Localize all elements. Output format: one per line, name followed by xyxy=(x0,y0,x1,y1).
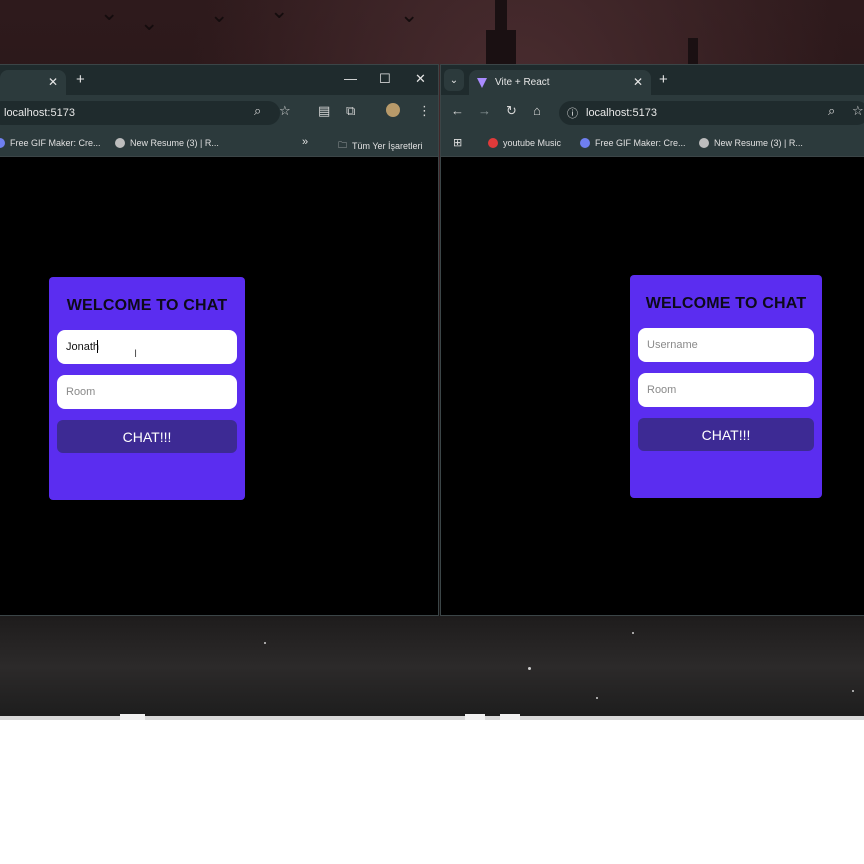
bird-silhouette: ⌄ xyxy=(400,2,419,27)
bookmarks-bar: Free GIF Maker: Cre... New Resume (3) | … xyxy=(0,131,438,157)
tab-strip: ⌄ Vite + React ✕ + xyxy=(441,65,864,95)
taskbar-app-indicator[interactable] xyxy=(500,714,520,720)
back-arrow-icon[interactable]: ← xyxy=(451,104,464,117)
browser-tab[interactable]: ✕ xyxy=(0,70,66,95)
taskbar-app-indicator[interactable] xyxy=(120,714,145,720)
site-info-icon[interactable]: ⓘ xyxy=(567,105,578,121)
new-tab-icon[interactable]: + xyxy=(659,71,668,88)
youtube-music-icon xyxy=(488,138,498,148)
globe-icon xyxy=(0,138,5,148)
minimize-icon[interactable]: — xyxy=(344,71,357,86)
browser-toolbar: localhost:5173 ⌕ ☆ ▤ ⧉ ⋮ xyxy=(0,95,438,131)
room-input[interactable] xyxy=(57,375,237,409)
bookmark-item[interactable]: New Resume (3) | R... xyxy=(699,138,803,148)
room-input[interactable] xyxy=(638,373,814,407)
card-title: WELCOME TO CHAT xyxy=(66,297,228,314)
browser-tab-active[interactable]: Vite + React ✕ xyxy=(469,70,651,95)
chat-join-button[interactable]: CHAT!!! xyxy=(638,418,814,451)
browser-window-left: ✕ + — ☐ ✕ localhost:5173 ⌕ ☆ ▤ ⧉ ⋮ Free … xyxy=(0,64,439,616)
taskbar-app-indicator[interactable] xyxy=(465,714,485,720)
address-bar[interactable]: localhost:5173 xyxy=(0,101,280,125)
menu-kebab-icon[interactable]: ⋮ xyxy=(418,104,431,117)
maximize-icon[interactable]: ☐ xyxy=(379,71,391,87)
globe-icon xyxy=(115,138,125,148)
apps-grid-icon[interactable]: ⊞ xyxy=(453,136,462,149)
more-bookmarks-icon[interactable]: » xyxy=(302,136,308,148)
address-text: localhost:5173 xyxy=(4,107,75,119)
username-input[interactable] xyxy=(57,330,237,364)
forward-arrow-icon[interactable]: → xyxy=(478,104,491,117)
desktop-ground xyxy=(0,616,864,718)
bookmarks-bar: ⊞ youtube Music Free GIF Maker: Cre... N… xyxy=(441,131,864,157)
text-caret xyxy=(97,340,98,353)
bird-silhouette: ⌄ xyxy=(100,0,119,25)
bird-silhouette: ⌄ xyxy=(210,2,229,27)
mouse-ibeam-cursor: I xyxy=(134,348,138,360)
close-tab-icon[interactable]: ✕ xyxy=(633,75,643,89)
tab-strip: ✕ + — ☐ ✕ xyxy=(0,65,438,95)
close-window-icon[interactable]: ✕ xyxy=(415,71,426,87)
tab-title: Vite + React xyxy=(495,77,550,88)
zoom-icon[interactable]: ⌕ xyxy=(828,104,835,117)
star xyxy=(596,697,598,699)
chat-join-button[interactable]: CHAT!!! xyxy=(57,420,237,453)
globe-icon xyxy=(580,138,590,148)
star xyxy=(528,667,531,670)
bookmark-star-icon[interactable]: ☆ xyxy=(852,104,864,117)
tab-search-icon[interactable]: ⌄ xyxy=(444,69,464,91)
address-bar[interactable]: ⓘ localhost:5173 xyxy=(559,101,864,125)
address-text: localhost:5173 xyxy=(586,107,657,119)
browser-toolbar: ← → ↻ ⌂ ⓘ localhost:5173 ⌕ ☆ xyxy=(441,95,864,131)
profile-avatar-icon[interactable] xyxy=(386,103,400,117)
close-tab-icon[interactable]: ✕ xyxy=(48,75,58,89)
star xyxy=(632,632,634,634)
bookmark-item[interactable]: Free GIF Maker: Cre... xyxy=(580,138,686,148)
username-input[interactable] xyxy=(638,328,814,362)
reload-icon[interactable]: ↻ xyxy=(506,104,517,117)
browser-window-right: ⌄ Vite + React ✕ + ← → ↻ ⌂ ⓘ localhost:5… xyxy=(440,64,864,616)
new-tab-icon[interactable]: + xyxy=(76,71,85,88)
vite-logo-icon xyxy=(477,77,487,88)
bookmark-star-icon[interactable]: ☆ xyxy=(279,104,291,117)
extensions-icon[interactable]: ⧉ xyxy=(346,104,355,117)
reading-mode-icon[interactable]: ▤ xyxy=(318,104,330,117)
castle-spire xyxy=(688,38,698,64)
bird-silhouette: ⌄ xyxy=(140,10,159,35)
bookmark-item[interactable]: New Resume (3) | R... xyxy=(115,138,219,148)
star xyxy=(264,642,266,644)
page-content: WELCOME TO CHAT CHAT!!! xyxy=(441,157,864,615)
castle-tower xyxy=(486,30,516,64)
chat-join-card: WELCOME TO CHAT CHAT!!! xyxy=(630,275,822,498)
page-content: WELCOME TO CHAT I CHAT!!! xyxy=(0,157,438,615)
star xyxy=(852,690,854,692)
bookmark-item[interactable]: Free GIF Maker: Cre... xyxy=(0,138,101,148)
home-icon[interactable]: ⌂ xyxy=(533,104,541,117)
folder-icon: 🗀 xyxy=(338,140,348,150)
globe-icon xyxy=(699,138,709,148)
bookmark-item[interactable]: youtube Music xyxy=(488,138,561,148)
zoom-icon[interactable]: ⌕ xyxy=(254,104,261,117)
all-bookmarks-folder[interactable]: 🗀 Tüm Yer İşaretleri xyxy=(338,138,423,154)
bird-silhouette: ⌄ xyxy=(270,0,289,23)
chat-join-card: WELCOME TO CHAT I CHAT!!! xyxy=(49,277,245,500)
card-title: WELCOME TO CHAT xyxy=(645,295,807,312)
